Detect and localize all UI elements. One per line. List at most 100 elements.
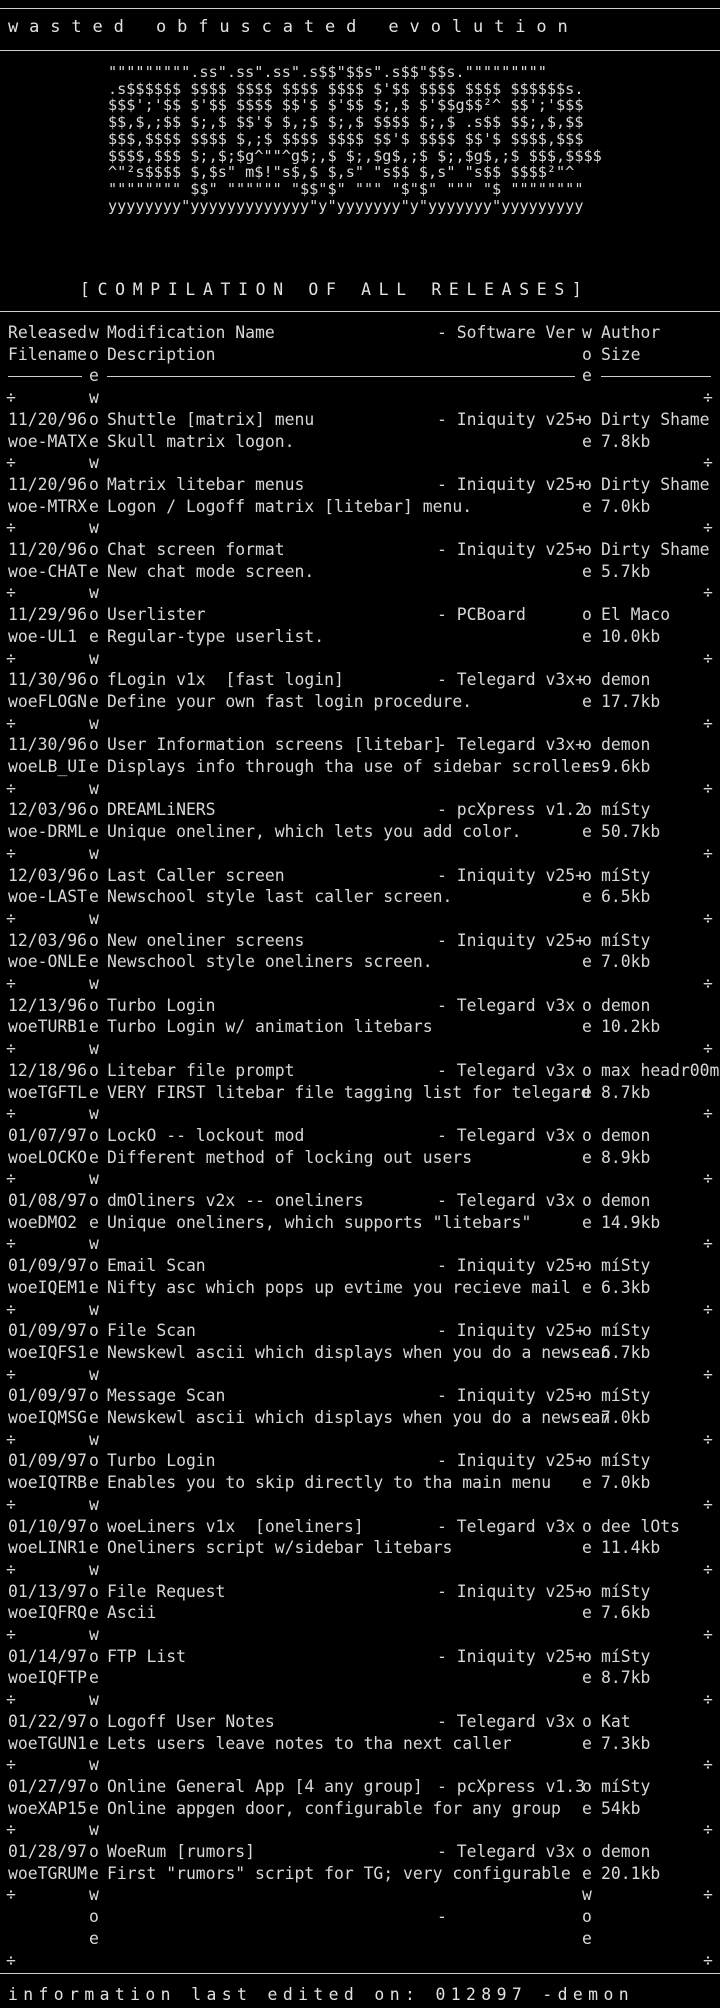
release-date: 11/30/96 [8,735,87,755]
heading-rule [0,311,720,312]
modification-name: dmOliners v2x -- oneliners [107,1191,364,1210]
column-divider-glyph: o [582,1060,592,1080]
software-version: - Iniquity v25+ [437,409,586,429]
release-description: Enables you to skip directly to tha main… [107,1473,552,1493]
column-divider-glyph: w [89,1039,99,1059]
column-divider-glyph: o [89,1321,99,1341]
logo-line: yyyyyyyy"yyyyyyyyyyyyy"y"yyyyyyy"y"yyyyy… [108,196,584,215]
top-rule [0,8,720,9]
row-corner-glyph: ÷ [6,843,16,863]
release-date: 01/10/97 [8,1516,87,1536]
release-date: 12/03/96 [8,930,87,950]
row-corner-glyph: ÷ [6,1104,16,1124]
column-divider-glyph: o [89,409,99,429]
software-version: - Telegard v3x+ [437,670,586,690]
row-corner-glyph: ÷ [703,1690,713,1710]
release-filename: woeXAP15 [8,1798,87,1818]
file-size: 20.1kb [601,1863,661,1883]
column-divider-glyph: o [582,1907,592,1927]
row-corner-glyph: ÷ [703,1429,713,1449]
column-divider-glyph: o [582,1191,592,1210]
software-version: - Iniquity v25+ [437,1256,586,1276]
row-corner-glyph: ÷ [703,518,713,538]
column-divider-glyph: o [582,1386,592,1406]
column-divider-glyph: o [582,1451,592,1471]
file-size: 5.7kb [601,561,651,581]
column-divider-glyph: e [89,496,99,516]
software-version: - Iniquity v25+ [437,474,586,494]
row-corner-glyph: ÷ [6,713,16,733]
author-name: Dirty Shame [601,474,710,494]
column-divider-glyph: e [582,1733,592,1753]
release-description: Skull matrix logon. [107,431,295,451]
row-corner-glyph: ÷ [703,1169,713,1189]
author-name: míSty [601,930,651,950]
column-divider-glyph: e [582,1603,592,1623]
file-size: 7.0kb [601,496,651,516]
column-divider-glyph: o [89,930,99,950]
author-name: demon [601,1125,651,1145]
column-divider-glyph: o [582,930,592,950]
modification-name: File Scan [107,1321,196,1341]
column-divider-glyph: w [89,778,99,798]
modification-name: DREAMLiNERS [107,800,216,820]
row-corner-glyph: ÷ [703,1625,713,1644]
release-date: 01/13/97 [8,1581,87,1601]
author-name: míSty [601,1776,651,1796]
column-divider-glyph: e [582,1863,592,1883]
software-version: - pcXpress v1.2 [437,800,586,820]
column-divider-glyph: w [89,1169,99,1189]
column-divider-glyph: o [89,1646,99,1666]
column-divider-glyph: o [89,344,99,364]
release-date: 01/07/97 [8,1125,87,1145]
release-date: 11/20/96 [8,540,87,559]
row-corner-glyph: ÷ [6,1690,16,1710]
modification-name: FTP List [107,1646,186,1666]
column-divider-glyph: o [582,1581,592,1601]
column-divider-glyph: e [582,1017,592,1037]
row-corner-glyph: ÷ [703,1104,713,1124]
file-size: 9.6kb [601,757,651,776]
logo-line: """"""""".ss".ss".ss".s$$"$$s".s$$"$$s."… [108,63,547,81]
release-date: 12/13/96 [8,995,87,1015]
row-corner-glyph: ÷ [6,1169,16,1189]
column-divider-glyph: o [89,1386,99,1406]
column-divider-glyph: w [89,1364,99,1384]
footer-rule [0,1973,720,1974]
modification-name: Last Caller screen [107,865,285,885]
column-divider-glyph: e [582,1082,592,1102]
file-size: 10.0kb [601,626,661,646]
release-description: Newschool style last caller screen. [107,887,453,907]
column-divider-glyph: e [89,1277,99,1297]
modification-name: User Information screens [litebar] [107,735,443,755]
row-corner-glyph: ÷ [6,1299,16,1319]
column-header: Released [8,323,87,342]
release-description: Regular-type userlist. [107,626,325,646]
release-filename: woeIQFRQ [8,1603,87,1623]
modification-name: LockO -- lockout mod [107,1125,305,1145]
software-version: - pcXpress v1.3 [437,1776,586,1796]
row-corner-glyph: ÷ [703,1364,713,1384]
column-divider-glyph: o [582,800,592,820]
file-size: 7.0kb [601,952,651,972]
software-version: - Telegard v3x [437,1711,576,1731]
file-size: 14.9kb [601,1212,661,1232]
row-corner-glyph: ÷ [703,1039,713,1059]
author-name: míSty [601,800,651,820]
ascii-logo: """"""""".ss".ss".ss".s$$"$$s".s$$"$$s."… [108,64,602,214]
row-corner-glyph: ÷ [6,388,16,408]
file-size: 8.7kb [601,1082,651,1102]
column-divider-glyph: e [582,431,592,451]
row-corner-glyph: ÷ [6,1429,16,1449]
column-divider-glyph: w [89,908,99,928]
column-header: Filename [8,344,87,364]
column-divider-glyph: e [582,1473,592,1493]
file-size: 7.0kb [601,1408,651,1427]
release-filename: woeLINR1 [8,1538,87,1558]
empty-software-dash: - [437,1907,447,1927]
release-filename: woeDMO2 [8,1212,78,1232]
column-divider-glyph: o [89,1125,99,1145]
column-divider-glyph: o [582,1321,592,1341]
column-divider-glyph: e [89,626,99,646]
column-divider-glyph: w [89,713,99,733]
